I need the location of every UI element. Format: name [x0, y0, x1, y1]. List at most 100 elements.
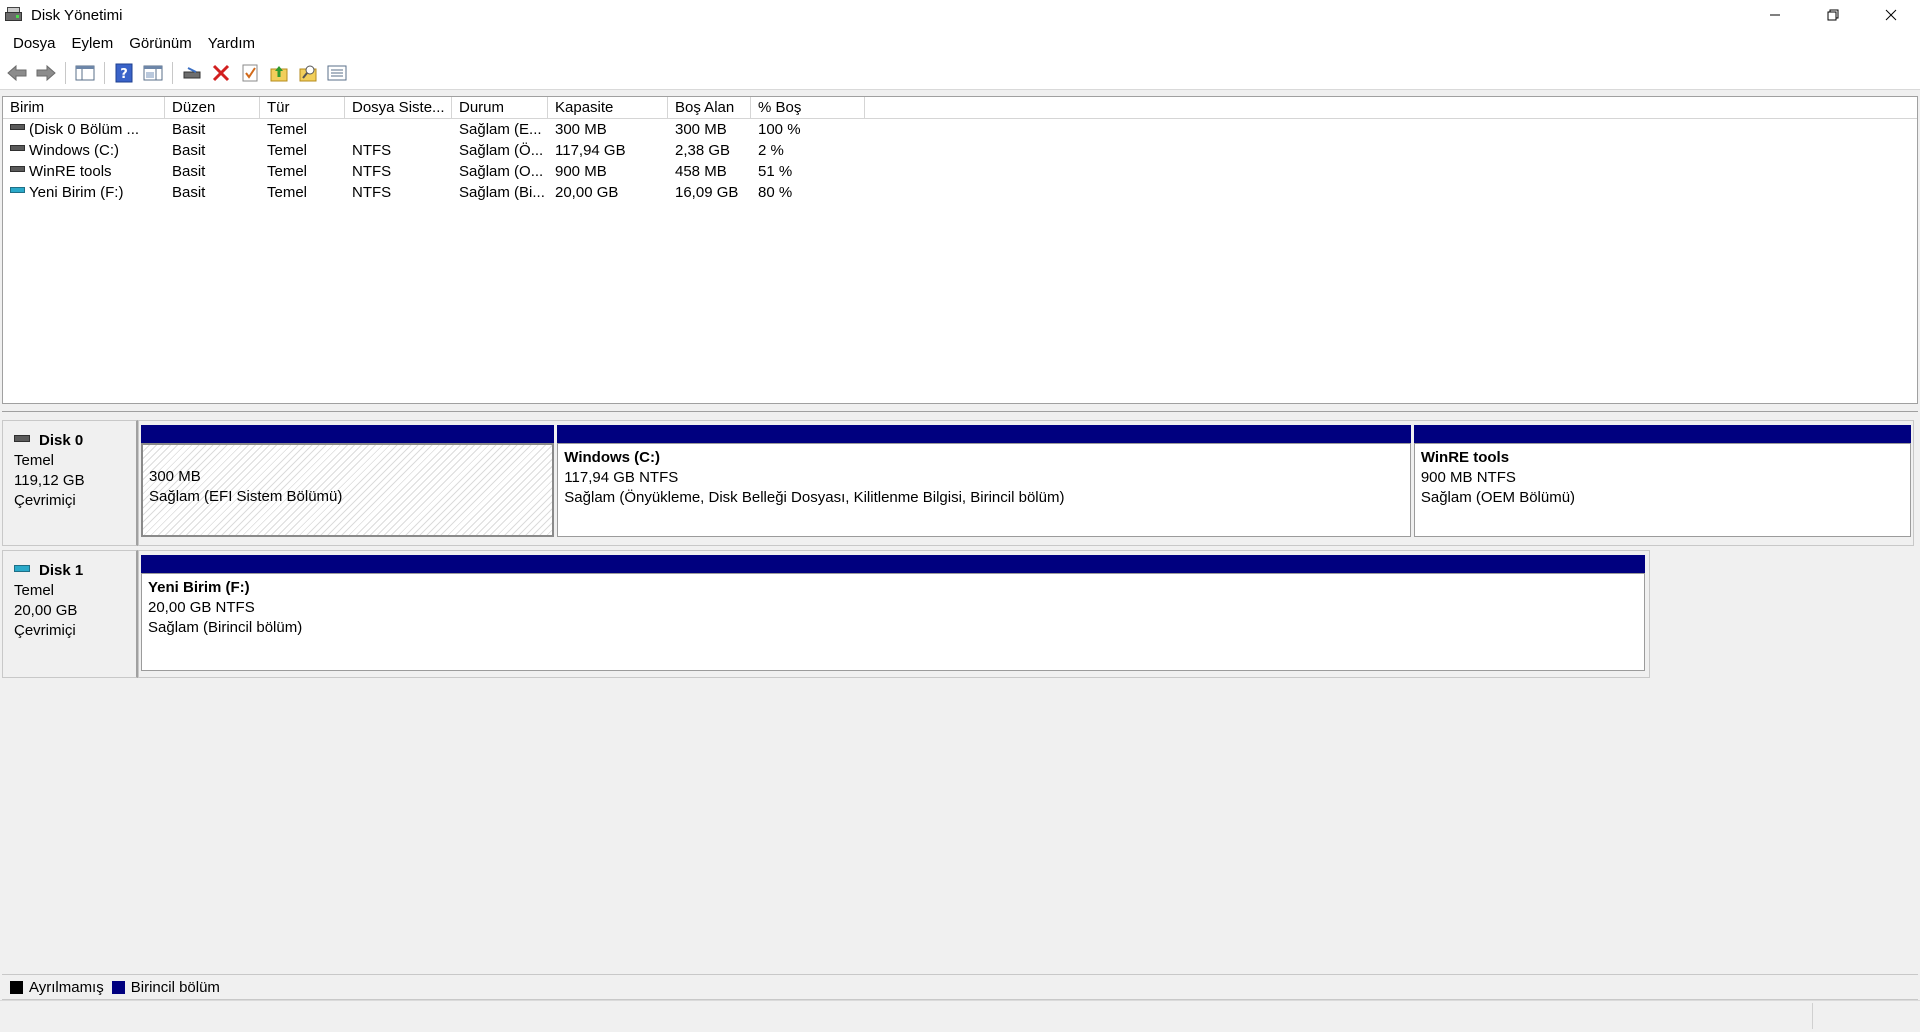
- disk-1-label[interactable]: Disk 1 Temel 20,00 GB Çevrimiçi: [2, 550, 138, 678]
- volume-layout: Basit: [172, 121, 206, 138]
- disk-graphical-view: Disk 0 Temel 119,12 GB Çevrimiçi 300 MB …: [2, 412, 1918, 974]
- volume-capacity: 20,00 GB: [555, 184, 619, 201]
- table-row[interactable]: WinRE tools Basit Temel NTFS Sağlam (O..…: [3, 161, 1917, 182]
- restore-button[interactable]: [1804, 0, 1862, 30]
- disk-name: Disk 0: [39, 432, 84, 449]
- table-row[interactable]: Yeni Birim (F:) Basit Temel NTFS Sağlam …: [3, 182, 1917, 203]
- disk-management-app-icon: [5, 7, 23, 23]
- close-button[interactable]: [1862, 0, 1920, 30]
- forward-arrow-icon: [36, 64, 56, 81]
- column-header-type[interactable]: Tür: [260, 97, 345, 119]
- column-header-volume[interactable]: Birim: [3, 97, 165, 119]
- volume-status: Sağlam (E...: [459, 121, 542, 138]
- volume-free-space: 300 MB: [675, 121, 727, 138]
- partition-status: Sağlam (Önyükleme, Disk Belleği Dosyası,…: [564, 489, 1065, 506]
- partition-status: Sağlam (OEM Bölümü): [1420, 489, 1576, 506]
- column-header-free-space[interactable]: Boş Alan: [668, 97, 751, 119]
- volume-name: WinRE tools: [29, 163, 112, 180]
- folder-search-button[interactable]: [295, 60, 321, 86]
- unallocated-swatch: [10, 980, 23, 994]
- disk-row: Disk 1 Temel 20,00 GB Çevrimiçi Yeni Bir…: [2, 550, 1650, 678]
- volume-layout: Basit: [172, 163, 206, 180]
- partition-name: WinRE tools: [1420, 449, 1510, 466]
- status-bar: [0, 1000, 1920, 1032]
- list-view-button[interactable]: [324, 60, 350, 86]
- volume-status: Sağlam (O...: [459, 163, 544, 180]
- properties-pane-icon: [143, 65, 163, 80]
- volume-free-space: 2,38 GB: [675, 142, 731, 159]
- partition-size: 300 MB: [149, 468, 201, 485]
- folder-up-button[interactable]: [266, 60, 292, 86]
- minimize-button[interactable]: [1746, 0, 1804, 30]
- partition-efi[interactable]: 300 MB Sağlam (EFI Sistem Bölümü): [141, 425, 555, 543]
- toolbar-separator: [65, 61, 66, 84]
- volume-list-rows: (Disk 0 Bölüm ... Basit Temel Sağlam (E.…: [3, 119, 1917, 203]
- partition-name: Windows (C:): [564, 449, 660, 466]
- show-hide-action-pane-button[interactable]: [140, 60, 166, 86]
- partition-name: Yeni Birim (F:): [148, 579, 250, 596]
- removable-volume-icon: [10, 187, 25, 194]
- menu-help[interactable]: Yardım: [201, 35, 264, 52]
- window-title: Disk Yönetimi: [31, 6, 123, 24]
- back-arrow-icon: [7, 64, 27, 81]
- column-header-capacity[interactable]: Kapasite: [548, 97, 668, 119]
- volume-percent-free: 100 %: [758, 121, 801, 138]
- folder-up-icon: [270, 65, 288, 81]
- table-row[interactable]: (Disk 0 Bölüm ... Basit Temel Sağlam (E.…: [3, 119, 1917, 140]
- menu-bar: Dosya Eylem Görünüm Yardım: [0, 30, 1920, 56]
- toolbar-separator: [104, 61, 105, 84]
- primary-partition-swatch: [111, 980, 125, 994]
- volume-free-space: 458 MB: [675, 163, 727, 180]
- menu-view[interactable]: Görünüm: [122, 35, 201, 52]
- list-view-icon: [327, 65, 347, 80]
- column-header-percent-free[interactable]: % Boş: [751, 97, 865, 119]
- close-icon: [1885, 9, 1897, 21]
- pane-splitter[interactable]: [2, 404, 1918, 412]
- primary-partition-bar: [1413, 425, 1911, 443]
- primary-partition-bar: [141, 555, 1645, 573]
- help-icon: ?: [115, 63, 133, 82]
- disk-status: Çevrimiçi: [14, 622, 76, 639]
- column-header-layout[interactable]: Düzen: [165, 97, 260, 119]
- menu-file[interactable]: Dosya: [6, 35, 65, 52]
- show-hide-console-tree-button[interactable]: [72, 60, 98, 86]
- volume-list: Birim Düzen Tür Dosya Siste... Durum Kap…: [2, 96, 1918, 404]
- volume-capacity: 117,94 GB: [555, 142, 626, 159]
- volume-layout: Basit: [172, 184, 206, 201]
- legend-item-unallocated: Ayrılmamış: [10, 979, 104, 996]
- volume-type: Temel: [267, 142, 308, 159]
- partition-windows-c[interactable]: Windows (C:) 117,94 GB NTFS Sağlam (Önyü…: [557, 425, 1411, 543]
- disk-1-partitions: Yeni Birim (F:) 20,00 GB NTFS Sağlam (Bi…: [138, 550, 1650, 678]
- connect-disk-button[interactable]: [179, 60, 205, 86]
- volume-type: Temel: [267, 163, 308, 180]
- restore-icon: [1827, 9, 1839, 21]
- table-row[interactable]: Windows (C:) Basit Temel NTFS Sağlam (Ö.…: [3, 140, 1917, 161]
- partition-winre-tools[interactable]: WinRE tools 900 MB NTFS Sağlam (OEM Bölü…: [1413, 425, 1911, 543]
- partition-size: 117,94 GB NTFS: [564, 469, 679, 486]
- check-icon: [242, 64, 258, 81]
- title-bar: Disk Yönetimi: [0, 0, 1920, 30]
- column-header-status[interactable]: Durum: [452, 97, 548, 119]
- volume-status: Sağlam (Ö...: [459, 142, 544, 159]
- back-button[interactable]: [4, 60, 30, 86]
- volume-capacity: 900 MB: [555, 163, 607, 180]
- column-header-file-system[interactable]: Dosya Siste...: [345, 97, 452, 119]
- toolbar: ?: [0, 56, 1920, 90]
- help-button[interactable]: ?: [111, 60, 137, 86]
- disk-row: Disk 0 Temel 119,12 GB Çevrimiçi 300 MB …: [2, 420, 1914, 546]
- disk-0-label[interactable]: Disk 0 Temel 119,12 GB Çevrimiçi: [2, 420, 138, 546]
- delete-icon: [212, 64, 230, 81]
- partition-yeni-birim-f[interactable]: Yeni Birim (F:) 20,00 GB NTFS Sağlam (Bi…: [141, 555, 1645, 675]
- partition-status: Sağlam (EFI Sistem Bölümü): [149, 488, 343, 505]
- disk-type: Temel: [14, 452, 55, 469]
- console-tree-icon: [75, 65, 95, 80]
- forward-button[interactable]: [33, 60, 59, 86]
- check-button[interactable]: [237, 60, 263, 86]
- delete-button[interactable]: [208, 60, 234, 86]
- menu-action[interactable]: Eylem: [65, 35, 123, 52]
- volume-list-header: Birim Düzen Tür Dosya Siste... Durum Kap…: [3, 97, 1917, 119]
- disk-type: Temel: [14, 582, 55, 599]
- legend-label: Birincil bölüm: [130, 978, 220, 996]
- legend-label: Ayrılmamış: [29, 978, 104, 996]
- volume-type: Temel: [267, 184, 308, 201]
